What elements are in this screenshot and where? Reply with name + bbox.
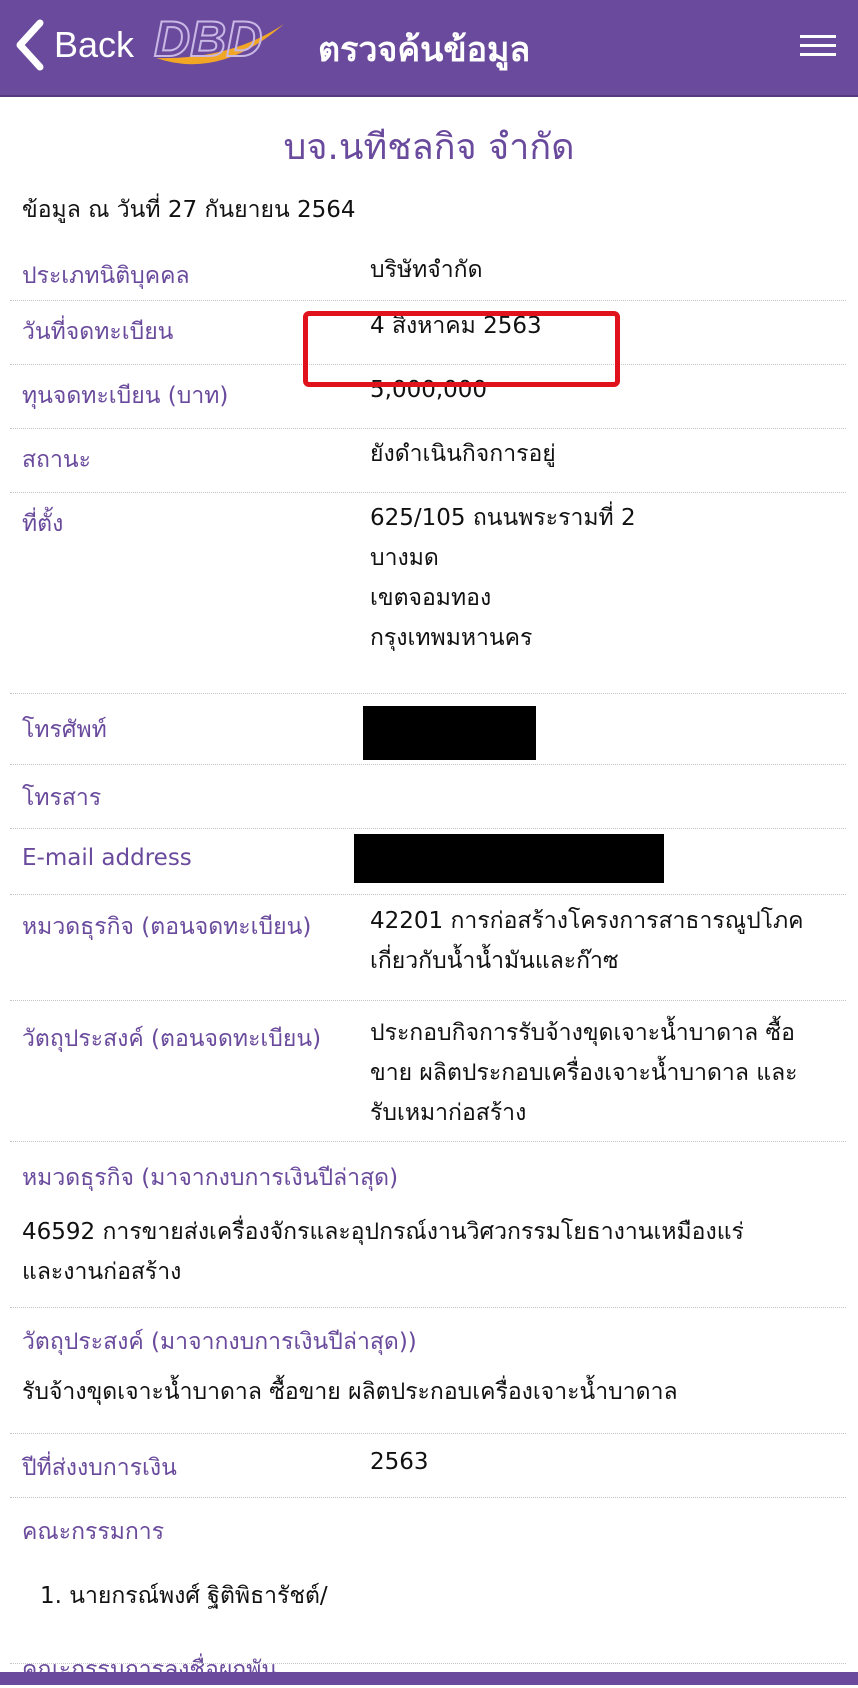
row-entity-type: ประเภทนิติบุคคล บริษัทจำกัด xyxy=(10,250,846,301)
address-line: เขตจอมทอง xyxy=(370,585,492,611)
app-title: ตรวจค้นข้อมูล xyxy=(318,30,531,70)
business-category-registration-value: 42201 การก่อสร้างโครงการสาธารณูปโภค เกี่… xyxy=(370,901,804,981)
value-line: และงานก่อสร้าง xyxy=(22,1259,182,1285)
bottom-tab-bar xyxy=(0,1672,858,1685)
fax-label: โทรสาร xyxy=(22,785,102,811)
value-line: 42201 การก่อสร้างโครงการสาธารณูปโภค xyxy=(370,908,804,934)
svg-text:DBD: DBD xyxy=(154,11,262,67)
value-line: 46592 การขายส่งเครื่องจักรและอุปกรณ์งานว… xyxy=(22,1219,744,1245)
row-business-category-latest: หมวดธุรกิจ (มาจากงบการเงินปีล่าสุด) 4659… xyxy=(10,1142,846,1308)
objective-latest-label: วัตถุประสงค์ (มาจากงบการเงินปีล่าสุด)) xyxy=(22,1329,417,1355)
chevron-left-icon xyxy=(16,19,44,71)
phone-label: โทรศัพท์ xyxy=(22,717,107,743)
registration-date-label: วันที่จดทะเบียน xyxy=(22,319,174,345)
business-category-latest-value: 46592 การขายส่งเครื่องจักรและอุปกรณ์งานว… xyxy=(22,1212,744,1292)
email-label: E-mail address xyxy=(22,845,192,871)
row-address: ที่ตั้ง 625/105 ถนนพระรามที่ 2 บางมด เขต… xyxy=(10,493,846,694)
address-line: บางมด xyxy=(370,545,439,571)
row-status: สถานะ ยังดำเนินกิจการอยู่ xyxy=(10,429,846,493)
address-label: ที่ตั้ง xyxy=(22,511,64,537)
registration-date-highlight xyxy=(303,311,620,387)
row-directors: คณะกรรมการ 1. นายกรณ์พงศ์ ฐิติพิธารัชต์/ xyxy=(10,1498,846,1664)
company-name: บจ.นทีชลกิจ จำกัด xyxy=(283,127,575,168)
financial-year-value: 2563 xyxy=(370,1449,429,1475)
business-category-registration-label: หมวดธุรกิจ (ตอนจดทะเบียน) xyxy=(22,914,312,940)
director-list-item: 1. นายกรณ์พงศ์ ฐิติพิธารัชต์/ xyxy=(40,1583,328,1609)
entity-type-value: บริษัทจำกัด xyxy=(370,257,483,283)
value-line: ประกอบกิจการรับจ้างขุดเจาะน้ำบาดาล ซื้อ xyxy=(370,1020,795,1046)
top-app-bar: Back DBD ตรวจค้นข้อมูล xyxy=(0,0,858,97)
row-objective-latest: วัตถุประสงค์ (มาจากงบการเงินปีล่าสุด)) ร… xyxy=(10,1308,846,1434)
objective-registration-value: ประกอบกิจการรับจ้างขุดเจาะน้ำบาดาล ซื้อ … xyxy=(370,1013,798,1133)
row-phone: โทรศัพท์ xyxy=(10,694,846,765)
back-label: Back xyxy=(54,24,135,65)
as-of-date: ข้อมูล ณ วันที่ 27 กันยายน 2564 xyxy=(22,197,356,223)
phone-redaction xyxy=(363,706,536,760)
directors-label: คณะกรรมการ xyxy=(22,1519,165,1545)
registered-capital-label: ทุนจดทะเบียน (บาท) xyxy=(22,383,229,409)
value-line: ขาย ผลิตประกอบเครื่องเจาะน้ำบาดาล และ xyxy=(370,1060,798,1086)
entity-type-label: ประเภทนิติบุคคล xyxy=(22,263,190,289)
dbd-logo: DBD xyxy=(153,10,284,68)
value-line: เกี่ยวกับน้ำน้ำมันและก๊าซ xyxy=(370,948,619,974)
hamburger-menu-icon[interactable] xyxy=(800,35,836,57)
row-business-category-registration: หมวดธุรกิจ (ตอนจดทะเบียน) 42201 การก่อสร… xyxy=(10,895,846,1001)
address-line: 625/105 ถนนพระรามที่ 2 xyxy=(370,505,636,531)
row-fax: โทรสาร xyxy=(10,765,846,829)
status-label: สถานะ xyxy=(22,447,91,473)
back-button[interactable]: Back xyxy=(14,14,134,76)
value-line: รับเหมาก่อสร้าง xyxy=(370,1100,527,1126)
address-value: 625/105 ถนนพระรามที่ 2 บางมด เขตจอมทอง ก… xyxy=(370,498,636,658)
row-email: E-mail address xyxy=(10,829,846,895)
row-objective-registration: วัตถุประสงค์ (ตอนจดทะเบียน) ประกอบกิจการ… xyxy=(10,1001,846,1142)
business-category-latest-label: หมวดธุรกิจ (มาจากงบการเงินปีล่าสุด) xyxy=(22,1165,399,1191)
address-line: กรุงเทพมหานคร xyxy=(370,625,533,651)
financial-year-label: ปีที่ส่งงบการเงิน xyxy=(22,1455,177,1481)
row-financial-year: ปีที่ส่งงบการเงิน 2563 xyxy=(10,1434,846,1498)
status-value: ยังดำเนินกิจการอยู่ xyxy=(370,441,556,467)
objective-latest-value: รับจ้างขุดเจาะน้ำบาดาล ซื้อขาย ผลิตประกอ… xyxy=(22,1379,678,1405)
email-redaction xyxy=(354,834,664,883)
objective-registration-label: วัตถุประสงค์ (ตอนจดทะเบียน) xyxy=(22,1026,322,1052)
